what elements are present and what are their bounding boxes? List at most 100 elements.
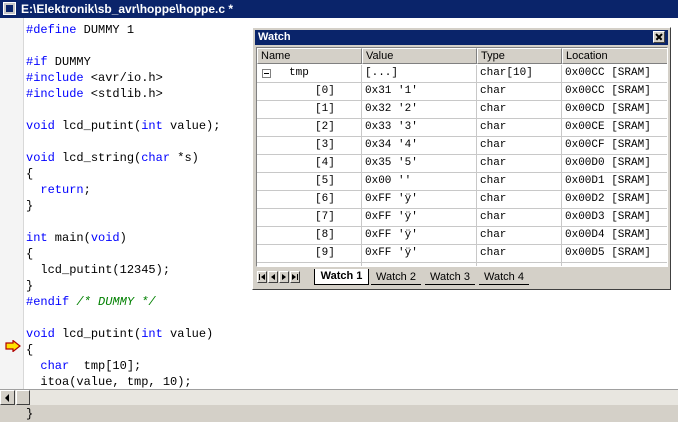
column-header-type[interactable]: Type xyxy=(477,48,562,64)
app-icon[interactable] xyxy=(3,2,16,15)
code-line[interactable]: void lcd_string(char *s) xyxy=(26,150,199,166)
watch-title-bar[interactable]: Watch xyxy=(255,30,668,45)
code-line[interactable]: #define DUMMY 1 xyxy=(26,22,134,38)
horizontal-scrollbar[interactable] xyxy=(0,389,678,405)
code-line[interactable]: } xyxy=(26,198,33,214)
code-token: ) xyxy=(119,231,127,245)
tab-watch-4[interactable]: Watch 4 xyxy=(479,270,529,285)
watch-row[interactable]: [0] 0x31 '1' char 0x00CC [SRAM] xyxy=(257,83,667,101)
code-line[interactable]: #endif /* DUMMY */ xyxy=(26,294,156,310)
watch-row[interactable]: [7] 0xFF 'ÿ' char 0x00D3 [SRAM] xyxy=(257,209,667,227)
code-token: char xyxy=(40,359,70,373)
watch-cell-location: 0x00CD [SRAM] xyxy=(562,101,667,118)
watch-cell-value: 0x34 '4' xyxy=(362,137,477,154)
code-line[interactable]: lcd_putint(12345); xyxy=(26,262,170,278)
watch-name-text: [4] xyxy=(315,157,335,169)
watch-cell-location: 0x00D1 [SRAM] xyxy=(562,173,667,190)
code-line[interactable]: itoa(value, tmp, 10); xyxy=(26,374,191,390)
column-header-location[interactable]: Location xyxy=(562,48,667,64)
collapse-icon[interactable] xyxy=(262,69,271,78)
watch-row[interactable]: tmp [...] char[10] 0x00CC [SRAM] xyxy=(257,65,667,83)
code-line[interactable]: void lcd_putint(int value) xyxy=(26,326,213,342)
code-line[interactable]: return; xyxy=(26,182,90,198)
close-icon[interactable] xyxy=(653,31,665,43)
watch-cell-type: char xyxy=(477,119,562,136)
watch-location-text: 0x00D2 [SRAM] xyxy=(565,193,651,205)
code-line[interactable]: { xyxy=(26,166,33,182)
watch-row[interactable]: [8] 0xFF 'ÿ' char 0x00D4 [SRAM] xyxy=(257,227,667,245)
scrollbar-thumb[interactable] xyxy=(16,390,30,405)
watch-cell-location: 0x00CC [SRAM] xyxy=(562,83,667,100)
code-line[interactable]: int main(void) xyxy=(26,230,127,246)
code-token: <stdlib.h> xyxy=(83,87,163,101)
watch-location-text: 0x00D0 [SRAM] xyxy=(565,157,651,169)
watch-cell-location: 0x00CE [SRAM] xyxy=(562,119,667,136)
watch-row[interactable]: [9] 0xFF 'ÿ' char 0x00D5 [SRAM] xyxy=(257,245,667,263)
watch-name-text: [1] xyxy=(315,103,335,115)
next-tab-icon[interactable] xyxy=(279,271,289,283)
watch-cell-name: [9] xyxy=(257,245,362,262)
column-header-name[interactable]: Name xyxy=(257,48,362,64)
watch-cell-value: 0xFF 'ÿ' xyxy=(362,209,477,226)
watch-grid[interactable]: Name Value Type Location tmp [...] char[10… xyxy=(256,47,668,267)
watch-type-text: char[10] xyxy=(480,67,533,79)
watch-cell-type: char xyxy=(477,155,562,172)
first-tab-icon[interactable] xyxy=(257,271,267,283)
watch-row[interactable]: [1] 0x32 '2' char 0x00CD [SRAM] xyxy=(257,101,667,119)
watch-row[interactable]: [4] 0x35 '5' char 0x00D0 [SRAM] xyxy=(257,155,667,173)
last-tab-icon[interactable] xyxy=(290,271,300,283)
editor-title-bar[interactable]: E:\Elektronik\sb_avr\hoppe\hoppe.c * xyxy=(0,0,678,18)
watch-row[interactable]: [6] 0xFF 'ÿ' char 0x00D2 [SRAM] xyxy=(257,191,667,209)
column-header-value[interactable]: Value xyxy=(362,48,477,64)
current-execution-arrow-icon xyxy=(5,340,21,352)
code-token: value) xyxy=(162,327,214,341)
watch-type-text: char xyxy=(480,175,507,187)
code-line[interactable]: } xyxy=(26,406,33,422)
scroll-left-button[interactable] xyxy=(0,390,15,405)
code-line[interactable]: #if DUMMY xyxy=(26,54,91,70)
tab-watch-3[interactable]: Watch 3 xyxy=(425,270,475,285)
code-line[interactable]: { xyxy=(26,342,33,358)
watch-cell-name: [6] xyxy=(257,191,362,208)
watch-cell-type: char xyxy=(477,101,562,118)
watch-row[interactable]: [2] 0x33 '3' char 0x00CE [SRAM] xyxy=(257,119,667,137)
watch-name-text: [3] xyxy=(315,139,335,151)
watch-row[interactable] xyxy=(257,263,667,266)
code-line[interactable]: char tmp[10]; xyxy=(26,358,141,374)
watch-location-text: 0x00D5 [SRAM] xyxy=(565,247,651,259)
watch-name-text: [5] xyxy=(315,175,335,187)
code-line[interactable]: #include <stdlib.h> xyxy=(26,86,163,102)
watch-type-text: char xyxy=(480,139,507,151)
tab-watch-2[interactable]: Watch 2 xyxy=(371,270,421,285)
code-token: { xyxy=(26,167,34,181)
watch-location-text: 0x00CE [SRAM] xyxy=(565,121,651,133)
editor-gutter[interactable] xyxy=(0,18,24,389)
watch-row[interactable]: [5] 0x00 '' char 0x00D1 [SRAM] xyxy=(257,173,667,191)
watch-location-text: 0x00CC [SRAM] xyxy=(565,85,651,97)
watch-name-text: tmp xyxy=(289,67,309,79)
watch-type-text: char xyxy=(480,193,507,205)
code-line[interactable]: #include <avr/io.h> xyxy=(26,70,163,86)
code-line[interactable]: { xyxy=(26,246,33,262)
code-token: *s) xyxy=(170,151,199,165)
watch-cell-type: char xyxy=(477,227,562,244)
prev-tab-icon[interactable] xyxy=(268,271,278,283)
watch-value-text: 0x35 '5' xyxy=(365,157,418,169)
watch-value-text: 0x00 '' xyxy=(365,175,412,187)
watch-value-text: 0xFF 'ÿ' xyxy=(365,229,418,241)
watch-cell-type: char xyxy=(477,209,562,226)
watch-name-text: [9] xyxy=(315,247,335,259)
code-token: void xyxy=(26,119,55,133)
watch-name-text: [6] xyxy=(315,193,335,205)
code-line[interactable]: void lcd_putint(int value); xyxy=(26,118,220,134)
watch-name-text: [0] xyxy=(315,85,335,97)
watch-cell-name: [2] xyxy=(257,119,362,136)
watch-row[interactable]: [3] 0x34 '4' char 0x00CF [SRAM] xyxy=(257,137,667,155)
watch-window[interactable]: Watch Name Value Type Location tmp [...] c… xyxy=(252,27,671,290)
watch-cell-location: 0x00CC [SRAM] xyxy=(562,65,667,82)
watch-cell-value: 0xFF 'ÿ' xyxy=(362,227,477,244)
code-line[interactable]: } xyxy=(26,278,33,294)
tab-watch-1[interactable]: Watch 1 xyxy=(314,269,369,285)
watch-cell-value: 0x33 '3' xyxy=(362,119,477,136)
code-token: value); xyxy=(162,119,221,133)
